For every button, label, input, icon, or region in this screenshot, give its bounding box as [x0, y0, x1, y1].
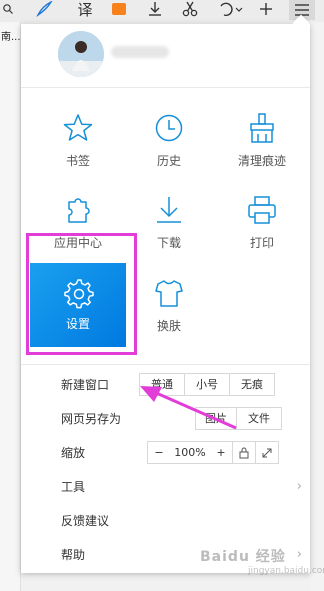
save-as-file-button[interactable]: 文件 [236, 408, 281, 429]
annotation-arrow [140, 386, 237, 430]
page-background-right [310, 22, 324, 591]
tools-label: 工具 [61, 480, 86, 494]
feedback-row[interactable]: 反馈建议 [21, 503, 310, 537]
history-button[interactable]: 历史 [121, 110, 217, 176]
page-background-left [0, 22, 21, 591]
zoom-label: 缩放 [61, 446, 86, 460]
zoom-value: 100% [174, 446, 206, 459]
baidu-watermark: Baidu 经验 [200, 549, 286, 565]
star-icon [30, 110, 126, 146]
broom-icon [214, 110, 310, 146]
print-button[interactable]: 打印 [214, 192, 310, 258]
bookmarks-label: 书签 [65, 154, 90, 168]
zoom-out-button[interactable]: − [148, 442, 170, 463]
zoom-controls: − 100% + [147, 441, 279, 464]
zoom-row: 缩放 − 100% + [21, 435, 310, 469]
bookmarks-button[interactable]: 书签 [30, 110, 126, 176]
add-icon[interactable] [257, 0, 275, 18]
download-icon[interactable] [145, 0, 165, 18]
history-label: 历史 [156, 154, 181, 168]
feedback-label: 反馈建议 [61, 514, 110, 528]
download-arrow-icon [121, 192, 217, 228]
puzzle-icon [30, 192, 126, 228]
lock-icon [239, 447, 249, 459]
printer-icon [214, 192, 310, 228]
tools-row[interactable]: 工具 › [21, 469, 310, 503]
search-icon[interactable] [2, 0, 14, 18]
fullscreen-icon [262, 448, 272, 458]
page-text-fragment: 南... [1, 32, 21, 43]
clear-traces-label: 清理痕迹 [237, 154, 286, 168]
zoom-in-button[interactable]: + [210, 442, 232, 463]
translate-icon[interactable]: 译 [76, 0, 94, 19]
browser-toolbar: 译 [0, 0, 324, 22]
divider [21, 87, 310, 88]
lock-zoom-button[interactable] [232, 442, 255, 463]
scissors-icon[interactable] [180, 0, 200, 18]
chevron-right-icon: › [296, 479, 302, 494]
clock-icon [121, 110, 217, 146]
clear-traces-button[interactable]: 清理痕迹 [214, 110, 310, 176]
undo-icon[interactable] [215, 0, 245, 18]
orange-app-icon[interactable] [110, 0, 128, 18]
annotation-highlight-box [26, 233, 137, 355]
fullscreen-button[interactable] [255, 442, 278, 463]
username-blurred [111, 46, 169, 58]
new-window-label[interactable]: 新建窗口 [61, 376, 109, 393]
pen-icon[interactable] [34, 0, 54, 18]
avatar[interactable] [58, 31, 104, 77]
divider [21, 364, 310, 365]
chevron-right-icon: › [296, 547, 302, 562]
print-label: 打印 [249, 236, 274, 250]
save-page-label: 网页另存为 [61, 412, 122, 426]
baidu-watermark-url: jingyan.baidu.com [248, 566, 324, 576]
help-label: 帮助 [61, 548, 86, 562]
